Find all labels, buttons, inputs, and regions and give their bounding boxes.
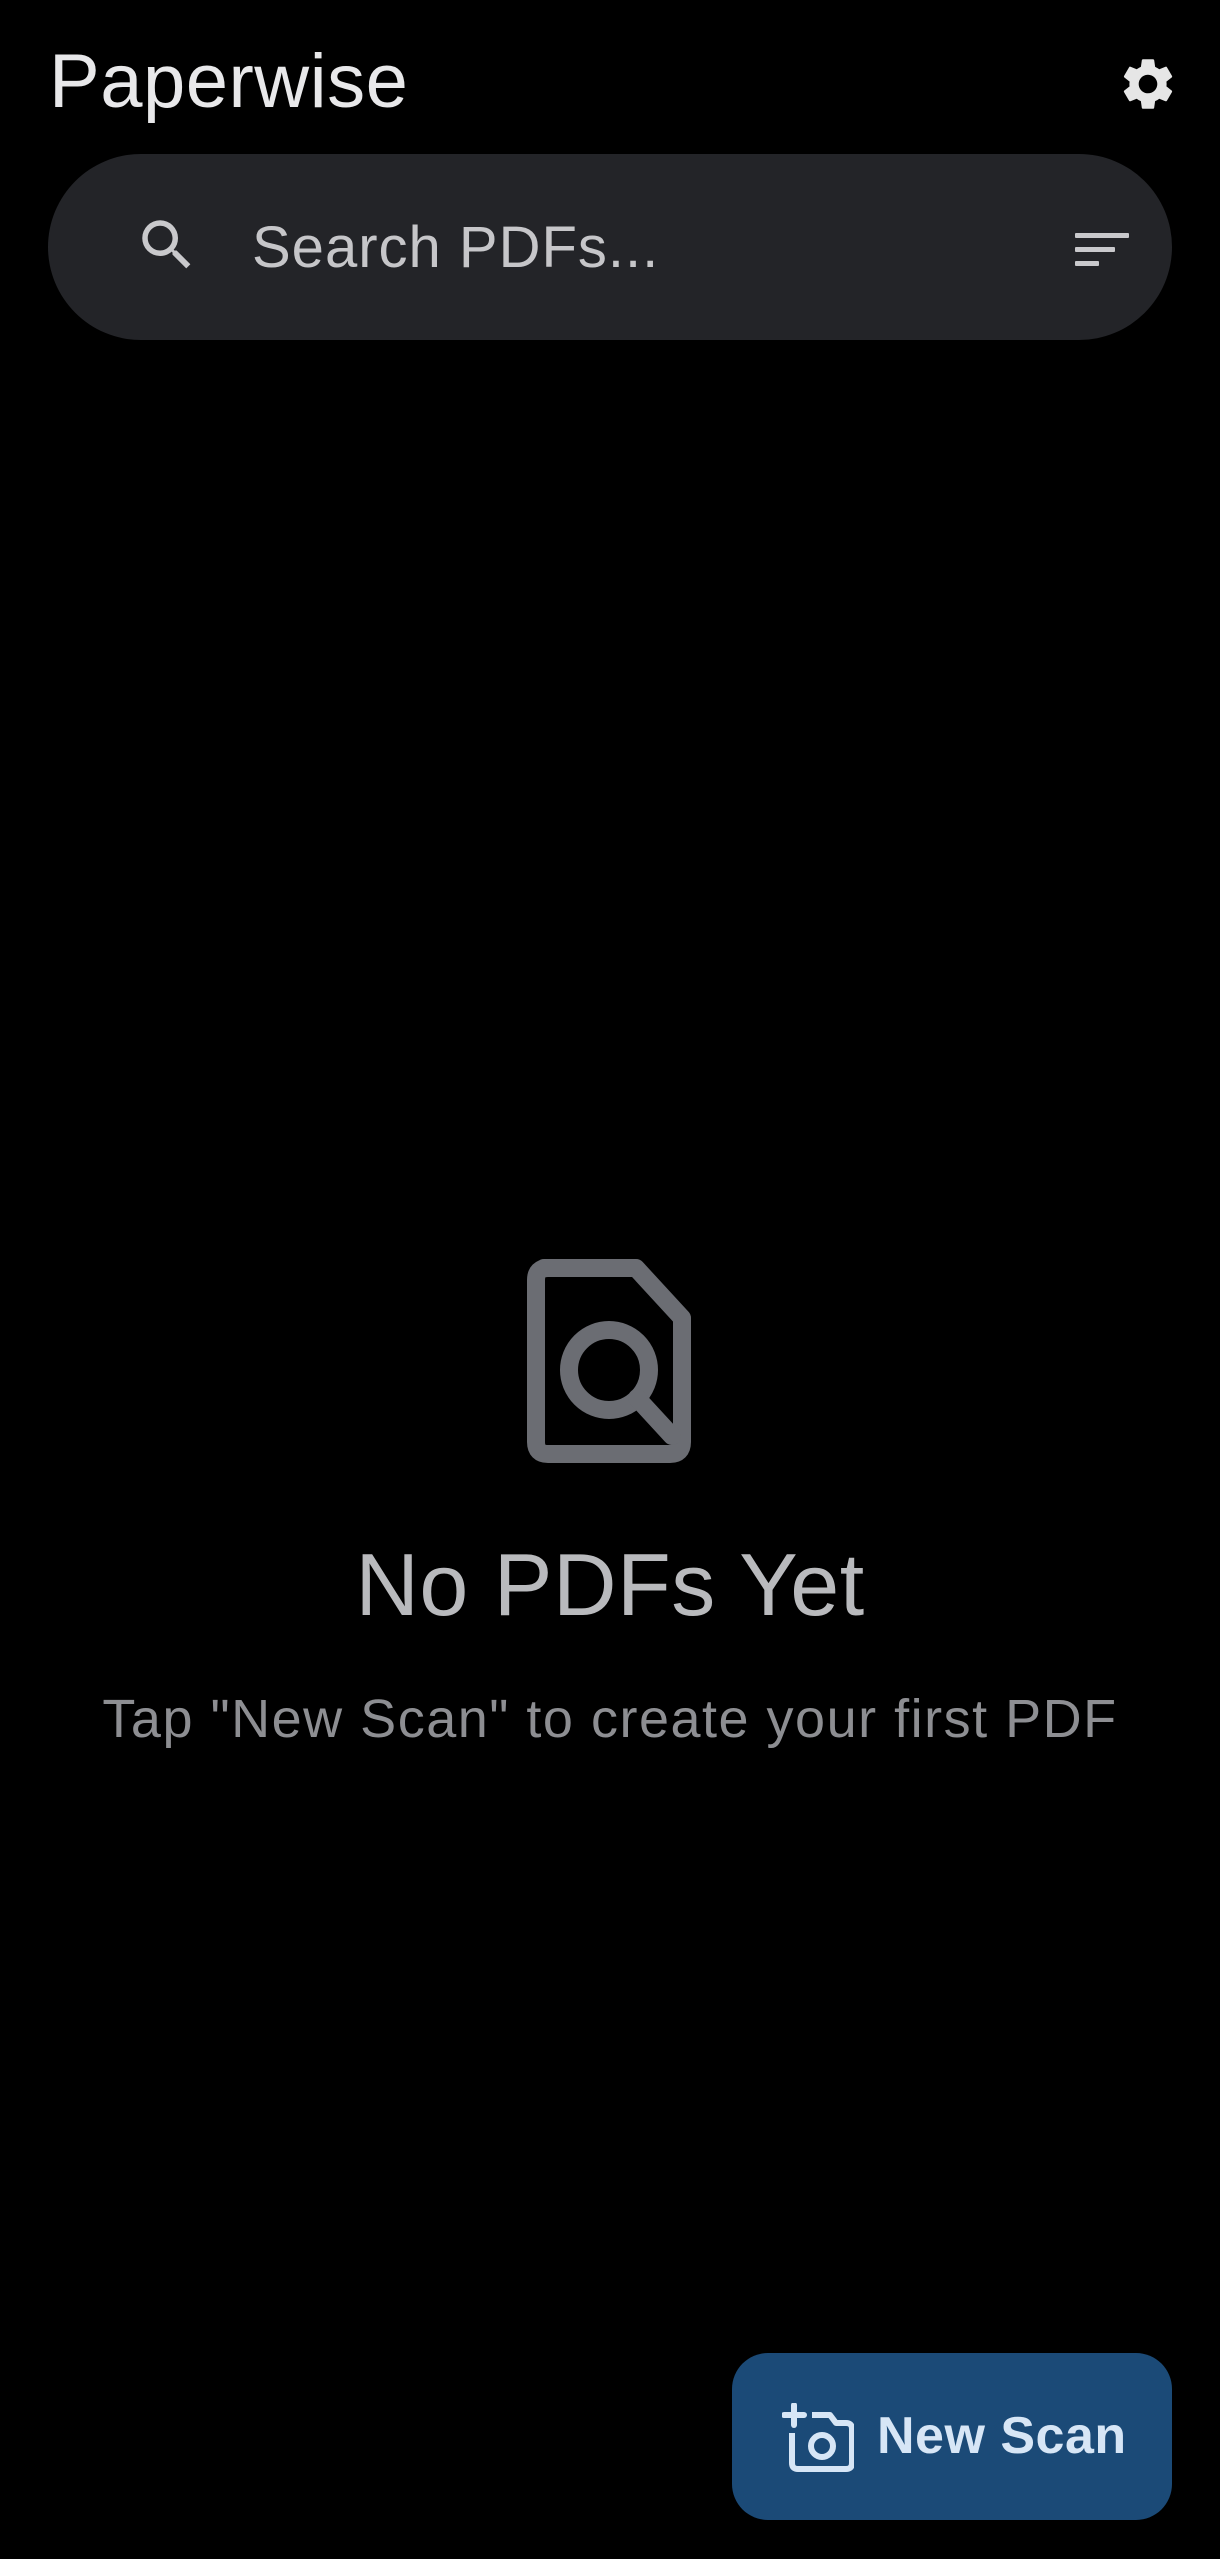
settings-button[interactable] <box>1108 44 1188 124</box>
empty-state-title: No PDFs Yet <box>355 1535 865 1634</box>
document-search-icon <box>527 1259 691 1463</box>
search-icon <box>142 220 191 269</box>
search-bar[interactable] <box>48 154 1172 340</box>
gear-icon <box>1123 59 1173 109</box>
sort-filter-icon <box>1075 233 1129 266</box>
sort-filter-button[interactable] <box>1062 214 1142 284</box>
add-camera-icon <box>782 2403 854 2472</box>
empty-state-subtitle: Tap "New Scan" to create your first PDF <box>102 1689 1118 1749</box>
new-scan-label: New Scan <box>877 2407 1127 2465</box>
new-scan-button[interactable]: New Scan <box>732 2353 1172 2520</box>
search-input[interactable] <box>252 204 1072 290</box>
app-title: Paperwise <box>49 39 409 124</box>
